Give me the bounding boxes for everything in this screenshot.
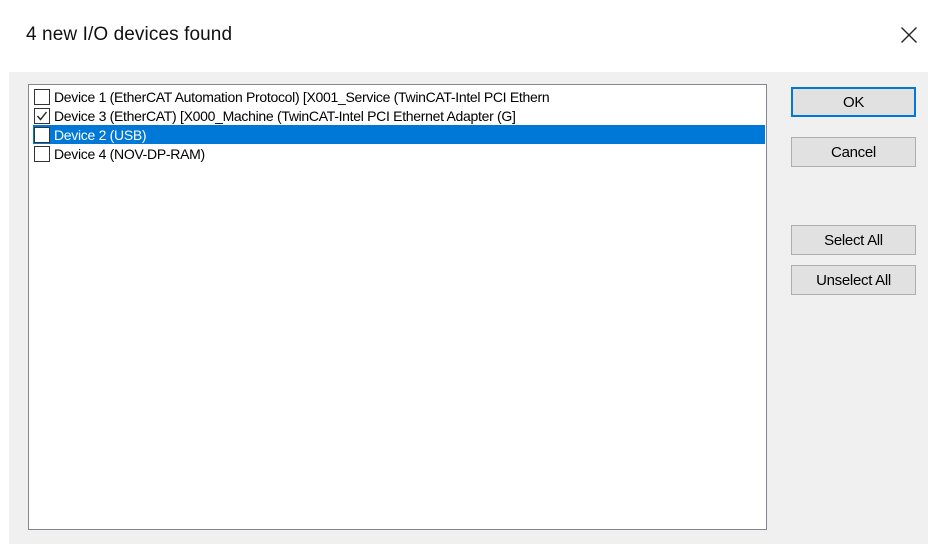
device-label: Device 2 (USB) [54,126,147,143]
device-list[interactable]: Device 1 (EtherCAT Automation Protocol) … [28,84,767,530]
checkmark-icon [36,111,48,121]
dialog-title-bar: 4 new I/O devices found [0,0,928,72]
device-checkbox[interactable] [34,88,50,105]
close-icon [900,26,918,44]
device-list-item-2[interactable]: Device 2 (USB) [32,124,766,145]
device-label: Device 4 (NOV-DP-RAM) [54,145,205,162]
device-label: Device 1 (EtherCAT Automation Protocol) … [54,88,550,105]
device-list-item-4[interactable]: Device 4 (NOV-DP-RAM) [33,144,765,163]
device-list-item-3[interactable]: Device 3 (EtherCAT) [X000_Machine (TwinC… [33,106,765,125]
ok-button[interactable]: OK [791,87,916,117]
device-checkbox[interactable] [34,107,50,124]
device-label: Device 3 (EtherCAT) [X000_Machine (TwinC… [54,107,516,124]
device-checkbox[interactable] [34,145,50,162]
cancel-button[interactable]: Cancel [791,137,916,167]
unselect-all-button[interactable]: Unselect All [791,265,916,295]
select-all-button[interactable]: Select All [791,225,916,255]
device-checkbox[interactable] [34,126,50,143]
dialog-title: 4 new I/O devices found [26,24,233,45]
close-button[interactable] [893,19,925,51]
device-list-item-1[interactable]: Device 1 (EtherCAT Automation Protocol) … [33,87,765,106]
